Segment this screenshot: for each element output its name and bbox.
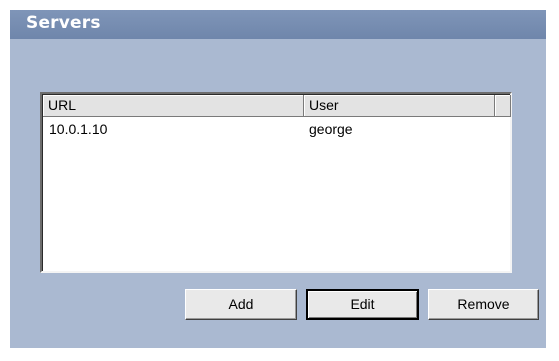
server-user-cell: george xyxy=(309,121,353,137)
servers-list[interactable]: URL User 10.0.1.10 george xyxy=(40,92,512,273)
column-header-filler xyxy=(495,95,511,117)
servers-list-inner: URL User 10.0.1.10 george xyxy=(42,94,511,271)
server-row[interactable]: 10.0.1.10 george xyxy=(43,119,510,139)
column-header-url[interactable]: URL xyxy=(43,95,304,117)
server-url-cell: 10.0.1.10 xyxy=(49,121,108,137)
panel-title: Servers xyxy=(26,13,101,33)
panel-header: Servers xyxy=(10,10,546,39)
column-header-user[interactable]: User xyxy=(304,95,495,117)
add-button[interactable]: Add xyxy=(185,289,297,320)
remove-button[interactable]: Remove xyxy=(428,289,539,320)
column-header-row: URL User xyxy=(43,95,511,118)
edit-button[interactable]: Edit xyxy=(306,289,419,320)
servers-panel: Servers URL User 10.0.1.10 george Add Ed… xyxy=(0,0,559,361)
